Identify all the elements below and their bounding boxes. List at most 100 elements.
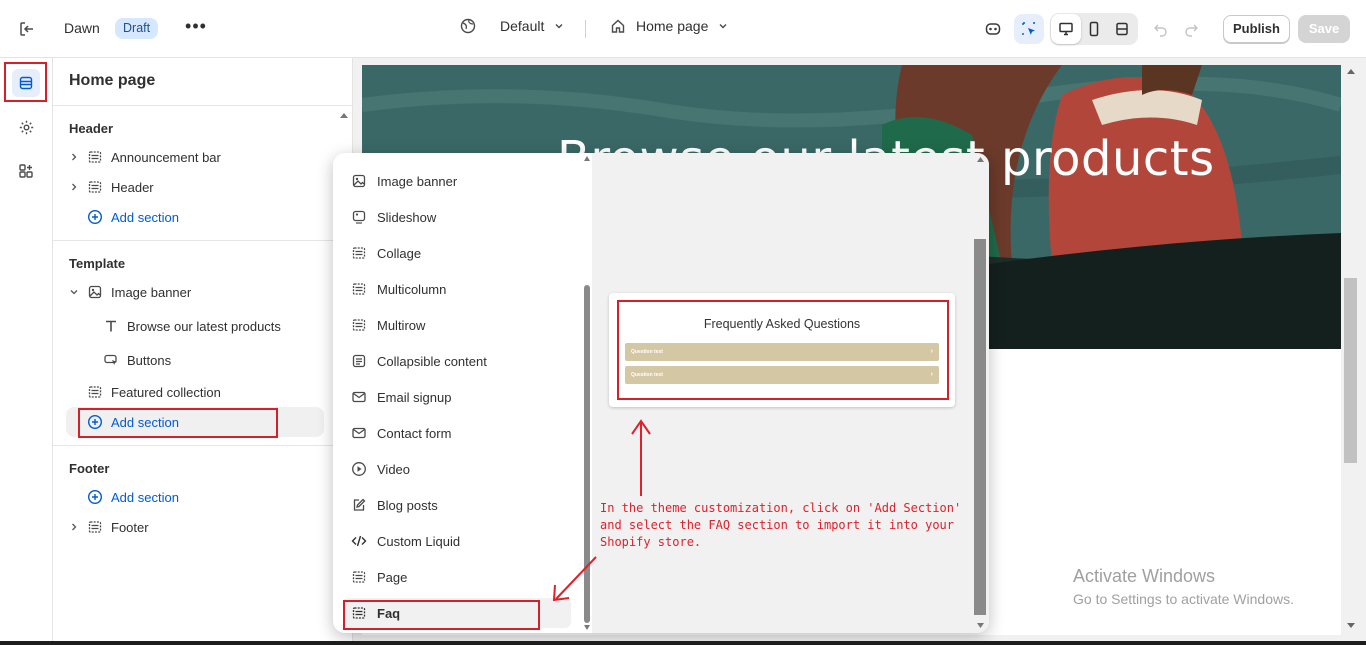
section-option-label: Collage bbox=[377, 245, 422, 261]
scroll-up-icon[interactable] bbox=[1347, 68, 1355, 74]
mobile-view-icon[interactable] bbox=[1079, 14, 1109, 44]
section-option-custom-liquid[interactable]: Custom Liquid bbox=[343, 526, 571, 556]
section-option-page[interactable]: Page bbox=[343, 562, 571, 592]
section-icon bbox=[352, 607, 366, 619]
tree-item-featured-collection[interactable]: Featured collection bbox=[87, 381, 221, 403]
more-actions-icon[interactable]: ••• bbox=[185, 17, 207, 39]
exit-icon[interactable] bbox=[16, 18, 38, 40]
tree-item-browse-text[interactable]: Browse our latest products bbox=[103, 315, 281, 337]
settings-icon[interactable] bbox=[12, 113, 40, 141]
scroll-up-icon[interactable] bbox=[584, 156, 590, 161]
chevron-right-icon: › bbox=[930, 348, 933, 355]
section-list-scrollbar[interactable] bbox=[582, 153, 592, 633]
page-label: Home page bbox=[636, 18, 709, 34]
chevron-right-icon[interactable] bbox=[69, 182, 79, 192]
section-option-label: Collapsible content bbox=[377, 353, 487, 369]
status-badge: Draft bbox=[115, 18, 159, 39]
chevron-right-icon[interactable] bbox=[69, 152, 79, 162]
tree-item-label: Announcement bar bbox=[111, 149, 221, 165]
save-button[interactable]: Save bbox=[1298, 15, 1350, 43]
edit-icon bbox=[353, 498, 366, 511]
scroll-down-icon[interactable] bbox=[977, 623, 984, 628]
tree-item-footer[interactable]: Footer bbox=[69, 516, 149, 538]
section-option-label: Image banner bbox=[377, 173, 458, 189]
section-option-multirow[interactable]: Multirow bbox=[343, 310, 571, 340]
chevron-down-icon[interactable] bbox=[69, 287, 79, 297]
scroll-down-icon[interactable] bbox=[1347, 623, 1355, 629]
undo-icon[interactable] bbox=[1146, 14, 1176, 44]
chevron-right-icon[interactable] bbox=[69, 522, 79, 532]
preset-label: Default bbox=[500, 18, 545, 34]
section-option-video[interactable]: Video bbox=[343, 454, 571, 484]
scroll-up-icon[interactable] bbox=[340, 112, 348, 118]
preset-selector[interactable]: Default bbox=[460, 18, 564, 34]
section-option-collapsible-content[interactable]: Collapsible content bbox=[343, 346, 571, 376]
code-icon bbox=[351, 535, 367, 547]
tree-item-label: Browse our latest products bbox=[127, 318, 281, 334]
add-section-label: Add section bbox=[111, 489, 179, 505]
section-option-label: Email signup bbox=[377, 389, 452, 405]
tree-item-announcement-bar[interactable]: Announcement bar bbox=[69, 146, 221, 168]
play-icon bbox=[352, 462, 366, 476]
top-bar: Dawn Draft ••• Default Home page Publish… bbox=[0, 0, 1366, 58]
faq-question-text: Question text bbox=[631, 349, 663, 355]
section-option-contact-form[interactable]: Contact form bbox=[343, 418, 571, 448]
watermark-title: Activate Windows bbox=[1073, 566, 1216, 586]
section-option-label: Slideshow bbox=[377, 209, 437, 225]
scroll-up-icon[interactable] bbox=[977, 157, 984, 162]
app-embeds-icon[interactable] bbox=[978, 14, 1008, 44]
add-section-header[interactable]: Add section bbox=[87, 206, 179, 228]
email-icon bbox=[352, 391, 366, 403]
faq-question-text: Question text bbox=[631, 372, 663, 378]
desktop-view-icon[interactable] bbox=[1051, 14, 1081, 44]
tree-item-label: Header bbox=[111, 179, 154, 195]
tree-item-label: Featured collection bbox=[111, 384, 221, 400]
divider bbox=[53, 445, 353, 446]
section-icon bbox=[352, 283, 366, 295]
section-icon bbox=[88, 151, 102, 163]
fullscreen-icon[interactable] bbox=[1107, 14, 1137, 44]
section-option-slideshow[interactable]: Slideshow bbox=[343, 202, 571, 232]
tree-item-buttons[interactable]: Buttons bbox=[103, 349, 171, 371]
add-section-label: Add section bbox=[111, 209, 179, 225]
section-option-email-signup[interactable]: Email signup bbox=[343, 382, 571, 412]
page-selector[interactable]: Home page bbox=[610, 18, 728, 34]
apps-icon[interactable] bbox=[12, 157, 40, 185]
plus-circle-icon bbox=[87, 209, 103, 225]
button-icon bbox=[104, 354, 117, 365]
tree-item-image-banner[interactable]: Image banner bbox=[69, 281, 191, 303]
section-option-image-banner[interactable]: Image banner bbox=[343, 166, 571, 196]
footer-group-title: Footer bbox=[69, 461, 110, 476]
template-group-title: Template bbox=[69, 256, 126, 271]
divider bbox=[53, 105, 353, 106]
section-option-faq[interactable]: Faq bbox=[343, 598, 571, 628]
scrollbar-thumb[interactable] bbox=[584, 285, 590, 623]
add-section-template[interactable]: Add section bbox=[87, 411, 179, 433]
inspector-icon[interactable] bbox=[1014, 14, 1044, 44]
tree-item-header[interactable]: Header bbox=[69, 176, 154, 198]
sidebar-title: Home page bbox=[69, 72, 156, 89]
scrollbar-thumb[interactable] bbox=[1344, 278, 1357, 463]
preview-scrollbar[interactable] bbox=[1343, 58, 1366, 645]
section-icon bbox=[352, 319, 366, 331]
section-icon bbox=[352, 571, 366, 583]
redo-icon[interactable] bbox=[1176, 14, 1206, 44]
faq-preview-card: Frequently Asked Questions Question text… bbox=[609, 293, 955, 407]
section-option-collage[interactable]: Collage bbox=[343, 238, 571, 268]
windows-watermark: Activate Windows Go to Settings to activ… bbox=[1073, 566, 1294, 607]
viewport-switcher bbox=[1050, 13, 1138, 45]
section-option-multicolumn[interactable]: Multicolumn bbox=[343, 274, 571, 304]
publish-button[interactable]: Publish bbox=[1223, 15, 1290, 43]
plus-circle-icon bbox=[87, 489, 103, 505]
preview-pane-scrollbar[interactable] bbox=[972, 153, 989, 633]
globe-icon bbox=[460, 18, 476, 34]
faq-question-row: Question text › bbox=[625, 366, 939, 384]
sections-icon[interactable] bbox=[12, 69, 40, 97]
section-option-blog-posts[interactable]: Blog posts bbox=[343, 490, 571, 520]
section-option-label: Custom Liquid bbox=[377, 533, 461, 549]
scrollbar-thumb[interactable] bbox=[974, 239, 986, 615]
image-icon bbox=[352, 174, 366, 188]
scroll-down-icon[interactable] bbox=[584, 625, 590, 630]
chevron-down-icon bbox=[555, 24, 563, 29]
add-section-footer[interactable]: Add section bbox=[87, 486, 179, 508]
